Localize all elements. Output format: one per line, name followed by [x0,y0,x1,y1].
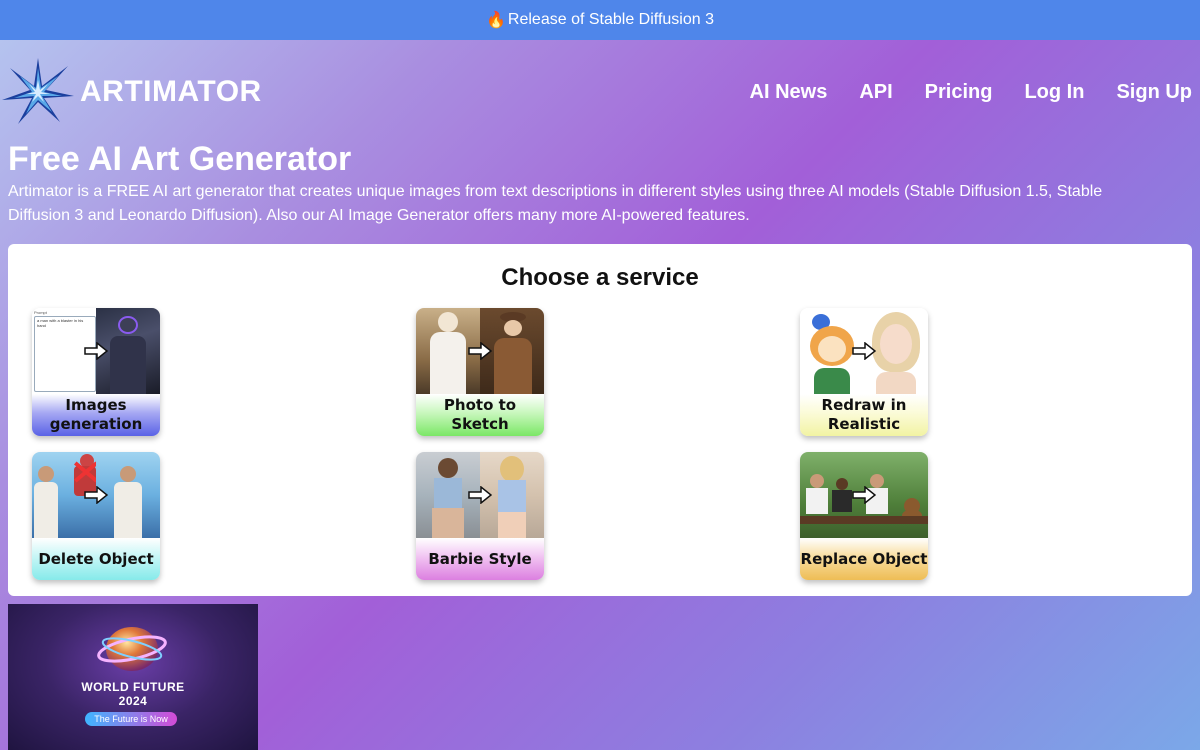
services-title: Choose a service [501,264,699,291]
service-images-generation[interactable]: Prompt a man with a blaster in his hand … [32,308,160,436]
announcement-text[interactable]: Release of Stable Diffusion 3 [508,11,714,29]
service-label: Barbie Style [416,538,544,580]
nav-ai-news[interactable]: AI News [750,81,828,104]
promo-title-line2: 2024 [118,694,148,708]
service-barbie-style[interactable]: Barbie Style [416,452,544,580]
main-nav: AI News API Pricing Log In Sign Up [718,56,1192,128]
page-description: Artimator is a FREE AI art generator tha… [8,183,1103,224]
arrow-right-icon [84,486,108,504]
service-delete-object[interactable]: Delete Object [32,452,160,580]
service-photo-to-sketch[interactable]: Photo to Sketch [416,308,544,436]
brand-logo[interactable]: ARTIMATOR [0,56,262,128]
nav-pricing[interactable]: Pricing [925,81,993,104]
service-label: Replace Object [800,538,928,580]
promo-banner[interactable]: WORLD FUTURE 2024 The Future is Now [8,604,258,750]
service-label: Redraw in Realistic [800,394,928,436]
arrow-right-icon [852,342,876,360]
arrow-right-icon [852,486,876,504]
globe-orb-icon [97,627,167,671]
promo-title-line1: WORLD FUTURE [81,680,185,694]
service-label: Images generation [32,394,160,436]
thumb-prompt-title: Prompt [34,310,47,315]
promo-pill: The Future is Now [85,712,177,726]
announcement-bar[interactable]: 🔥 Release of Stable Diffusion 3 [0,0,1200,40]
nav-sign-up[interactable]: Sign Up [1116,81,1192,104]
service-label: Photo to Sketch [416,394,544,436]
arrow-right-icon [468,486,492,504]
services-card: Choose a service Prompt a man with a bla… [8,244,1192,596]
thumb-prompt-text: a man with a blaster in his hand [37,318,84,328]
service-replace-object[interactable]: Replace Object [800,452,928,580]
arrow-right-icon [84,342,108,360]
nav-log-in[interactable]: Log In [1024,81,1084,104]
promo-title: WORLD FUTURE 2024 [8,680,258,708]
fire-icon: 🔥 [486,12,506,29]
service-label: Delete Object [32,538,160,580]
arrow-right-icon [468,342,492,360]
site-header: ARTIMATOR AI News API Pricing Log In Sig… [0,56,1200,128]
brand-name: ARTIMATOR [80,75,262,108]
service-redraw-in-realistic[interactable]: Redraw in Realistic [800,308,928,436]
nav-api[interactable]: API [859,81,892,104]
page-title: Free AI Art Generator [8,140,352,178]
starburst-logo-icon [2,58,74,124]
